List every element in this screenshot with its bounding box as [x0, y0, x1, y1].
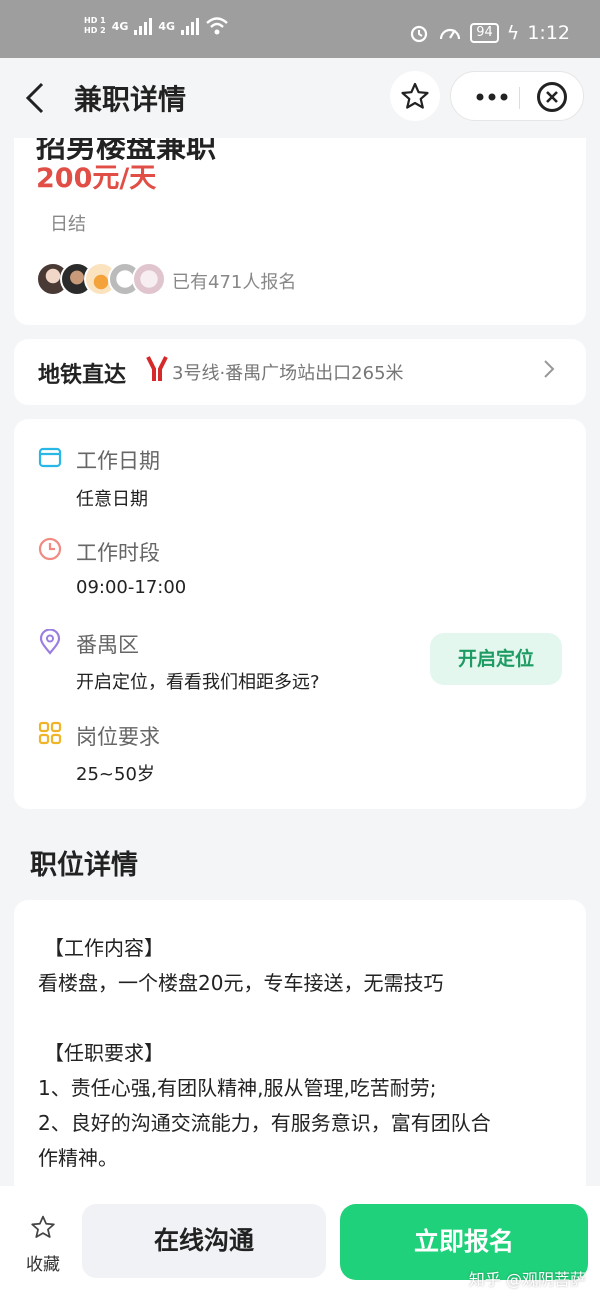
- district-label: 番禺区: [76, 633, 139, 657]
- description-line: 【工作内容】: [44, 936, 164, 960]
- favorite-button[interactable]: 收藏: [18, 1214, 68, 1275]
- hd-indicator: HD 1 HD 2: [84, 16, 106, 36]
- metro-card[interactable]: 地铁直达 3号线·番禺广场站出口265米: [14, 339, 586, 405]
- location-hint: 开启定位，看看我们相距多远?: [76, 672, 320, 693]
- job-info-card: 工作日期 任意日期 工作时段 09:00-17:00 番禺区 开启定位，看看我们…: [14, 419, 586, 809]
- alarm-icon: [411, 25, 428, 43]
- enable-location-button[interactable]: 开启定位: [430, 633, 562, 685]
- favorite-label: 收藏: [26, 1255, 60, 1275]
- salary: 200元/天: [36, 163, 157, 194]
- job-summary-card: 招男楼盘兼职 200元/天 日结 已有471人报名: [14, 138, 586, 325]
- network-label-2: 4G: [158, 19, 176, 33]
- status-right: 94 ϟ 1:12: [408, 22, 570, 44]
- network-label-1: 4G: [111, 19, 129, 33]
- requirement-value: 25~50岁: [76, 764, 155, 785]
- clock-icon: [38, 537, 62, 561]
- work-date-label: 工作日期: [76, 449, 160, 473]
- metro-description: 3号线·番禺广场站出口265米: [172, 363, 404, 384]
- signal-icon-2: [181, 17, 200, 35]
- bottom-action-bar: 收藏 在线沟通 立即报名 知乎 @观阴菩萨: [0, 1186, 600, 1300]
- capsule-divider: [519, 87, 520, 109]
- applicant-avatars: [36, 262, 166, 298]
- requirement-label: 岗位要求: [76, 725, 160, 749]
- chevron-left-icon: [25, 82, 44, 114]
- close-circle-icon: [546, 91, 558, 103]
- star-outline-icon: [401, 82, 429, 109]
- description-line: 2、良好的沟通交流能力，有服务意识，富有团队合: [38, 1111, 491, 1135]
- work-time-value: 09:00-17:00: [76, 577, 187, 598]
- signal-group: HD 1 HD 2 4G 4G: [84, 16, 229, 36]
- grid-icon: [38, 721, 62, 745]
- speed-icon: [440, 28, 461, 40]
- favorite-star-button[interactable]: [390, 71, 440, 121]
- signal-icon: [134, 17, 153, 35]
- description-line: 看楼盘，一个楼盘20元，专车接送，无需技巧: [38, 971, 444, 995]
- description-line: 【任职要求】: [44, 1041, 164, 1065]
- clock: 1:12: [527, 22, 570, 44]
- description-line: 作精神。: [38, 1146, 118, 1170]
- work-date-value: 任意日期: [76, 489, 148, 510]
- description-line: 1、责任心强,有团队精神,服从管理,吃苦耐劳;: [38, 1076, 437, 1100]
- job-description-card: 【工作内容】 看楼盘，一个楼盘20元，专车接送，无需技巧 【任职要求】 1、责任…: [14, 900, 586, 1200]
- mini-program-capsule: [450, 71, 584, 121]
- back-button[interactable]: [22, 80, 52, 116]
- wifi-icon: [206, 17, 228, 35]
- charging-icon: ϟ: [506, 22, 520, 44]
- metro-title: 地铁直达: [38, 363, 127, 388]
- star-outline-icon: [18, 1214, 68, 1246]
- calendar-icon: [38, 445, 62, 469]
- status-bar: HD 1 HD 2 4G 4G 94 ϟ 1:12: [0, 0, 600, 58]
- online-chat-button[interactable]: 在线沟通: [82, 1204, 326, 1278]
- page-title: 兼职详情: [74, 83, 187, 116]
- section-title: 职位详情: [30, 850, 138, 881]
- settlement-tag: 日结: [50, 214, 86, 235]
- hd1-label: HD 1: [84, 16, 106, 25]
- hd2-label: HD 2: [84, 26, 106, 35]
- enrolled-count: 已有471人报名: [172, 272, 297, 293]
- chevron-right-icon: [542, 357, 556, 387]
- battery-indicator: 94: [470, 23, 499, 43]
- avatar: [132, 262, 166, 296]
- more-button[interactable]: [467, 72, 517, 122]
- metro-logo-icon: [146, 355, 168, 389]
- close-button[interactable]: [537, 82, 567, 112]
- location-pin-icon: [38, 628, 62, 655]
- watermark: 知乎 @观阴菩萨: [468, 1270, 586, 1289]
- work-time-label: 工作时段: [76, 541, 160, 565]
- nav-header: 兼职详情: [0, 58, 600, 138]
- more-dots-icon: [476, 93, 508, 101]
